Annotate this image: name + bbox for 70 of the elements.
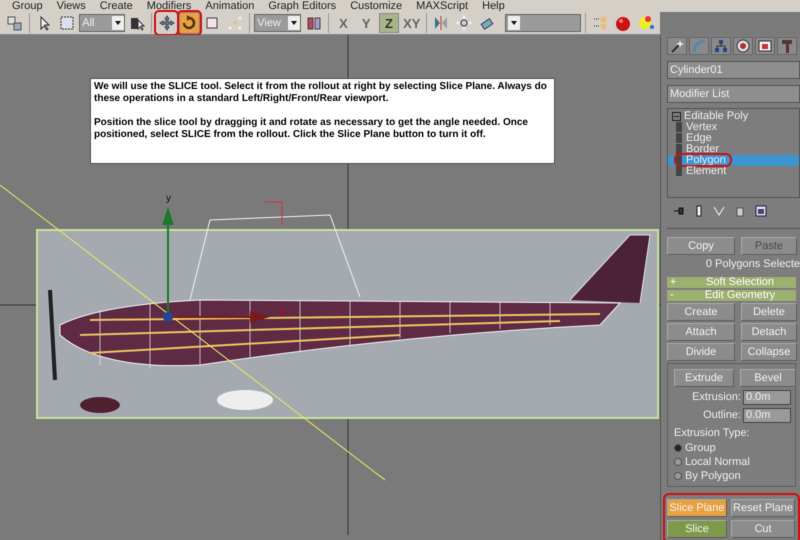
menu-item[interactable]: MAXScript xyxy=(416,0,468,12)
pin-icon[interactable] xyxy=(673,206,685,216)
panel-button[interactable]: Cut xyxy=(731,520,795,538)
trash-icon[interactable] xyxy=(735,205,745,217)
panel-button[interactable]: Delete xyxy=(741,303,797,321)
configure-icon[interactable] xyxy=(755,205,767,217)
sub-object-item[interactable]: Polygon xyxy=(668,155,799,166)
extrusion-type-label: Extrusion Type: xyxy=(674,427,751,439)
axis-constraint-button[interactable]: Z xyxy=(378,13,400,33)
bracket-mark xyxy=(264,202,282,226)
unique-icon[interactable] xyxy=(713,206,725,216)
slice-plane-line[interactable] xyxy=(0,184,386,480)
menu-item[interactable]: Animation xyxy=(205,0,254,12)
panel-button[interactable]: Bevel xyxy=(740,369,796,387)
rollout-header[interactable]: + Soft Selection xyxy=(667,277,796,288)
axis-label: x xyxy=(280,306,285,317)
field-label: Extrusion: xyxy=(692,390,741,405)
menu-item[interactable]: Modifiers xyxy=(146,0,192,12)
stack-item[interactable]: Editable Poly xyxy=(684,111,748,122)
instruction-text: We will use the SLICE tool. Select it from the rollout at right by selecting Slice Plane. Always do these operations in a standard Left/Right/Front/Rear viewport. xyxy=(94,81,548,105)
panel-button[interactable]: Reset Plane xyxy=(731,499,795,517)
panel-button[interactable]: Create xyxy=(667,303,735,321)
menu-item[interactable]: Customize xyxy=(350,0,402,12)
rotate-icon[interactable] xyxy=(179,12,200,34)
menu-item[interactable]: Group xyxy=(12,0,43,12)
selection-status: 0 Polygons Selecte xyxy=(704,257,800,272)
create-tab-icon[interactable] xyxy=(667,37,687,55)
instruction-text: Position the slice tool by dragging it and rotate as necessary to get the angle needed. Once positioned, select SLICE from the rollout. Click the Slice Plane button to turn it off. xyxy=(94,117,529,141)
selection-filter-dropdown[interactable]: All xyxy=(79,14,125,32)
radio-option[interactable]: By Polygon xyxy=(674,470,741,482)
show-result-icon[interactable] xyxy=(695,205,703,217)
hierarchy-tab-icon[interactable] xyxy=(711,37,731,55)
rollout-header[interactable]: - Edit Geometry xyxy=(667,290,796,301)
spinner-field[interactable]: 0.0m xyxy=(743,390,791,405)
panel-button[interactable]: Extrude xyxy=(674,369,734,387)
reference-coordinate-dropdown[interactable]: View xyxy=(254,14,302,32)
panel-button[interactable]: Divide xyxy=(667,343,735,361)
move-icon[interactable] xyxy=(156,12,177,34)
viewport[interactable] xyxy=(0,35,660,535)
motion-tab-icon[interactable] xyxy=(733,37,753,55)
panel-button[interactable]: Attach xyxy=(667,323,735,341)
named-selection-dropdown[interactable] xyxy=(505,14,581,32)
sub-object-item[interactable]: Vertex xyxy=(668,122,799,133)
axis-constraint-button[interactable]: XY xyxy=(401,13,422,33)
spinner-field[interactable]: 0.0m xyxy=(743,408,791,423)
panel-button[interactable]: Detach xyxy=(741,323,797,341)
axis-label: y xyxy=(166,193,171,204)
axis-constraint-button[interactable]: X xyxy=(333,13,354,33)
sub-object-item[interactable]: Edge xyxy=(668,133,799,144)
radio-option[interactable]: Local Normal xyxy=(674,456,750,468)
display-tab-icon[interactable] xyxy=(755,37,775,55)
radio-option[interactable]: Group xyxy=(674,442,716,454)
caret-icon xyxy=(508,16,520,30)
menu-item[interactable]: Help xyxy=(482,0,505,12)
sub-object-item[interactable]: Element xyxy=(668,166,799,177)
panel-button[interactable]: Slice xyxy=(667,520,727,538)
menu-item[interactable]: Create xyxy=(100,0,133,12)
gizmo-drawing[interactable] xyxy=(162,207,270,323)
menu-item[interactable]: Views xyxy=(56,0,86,12)
object-name-field[interactable]: Cylinder01 xyxy=(667,61,800,79)
field-label: Outline: xyxy=(703,408,741,423)
collapse-icon[interactable] xyxy=(672,112,681,121)
caret-icon xyxy=(288,16,300,30)
panel-button[interactable]: Slice Plane xyxy=(667,499,727,517)
axis-constraint-button[interactable]: Y xyxy=(356,13,377,33)
panel-button[interactable]: Copy xyxy=(667,237,735,255)
menu-item[interactable]: Graph Editors xyxy=(268,0,336,12)
caret-icon xyxy=(112,16,124,30)
panel-button[interactable]: Collapse xyxy=(741,343,797,361)
modifier-list-dropdown[interactable]: Modifier List xyxy=(667,85,800,103)
